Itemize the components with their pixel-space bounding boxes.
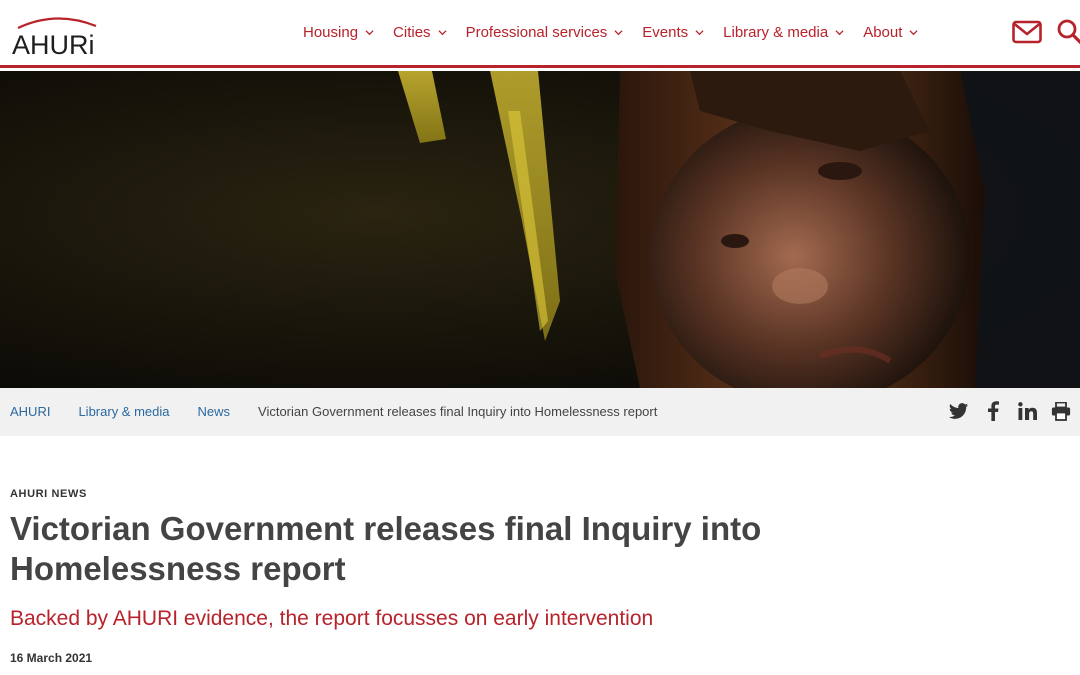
article-kicker: AHURI NEWS — [10, 488, 87, 500]
article-subtitle: Backed by AHURI evidence, the report foc… — [10, 607, 654, 630]
svg-text:AHURi: AHURi — [12, 30, 95, 58]
linkedin-icon[interactable] — [1016, 400, 1038, 422]
nav-item-housing[interactable]: Housing — [303, 24, 374, 41]
chevron-down-icon — [365, 30, 374, 36]
nav-item-label: Events — [642, 24, 689, 41]
nav-item-library-media[interactable]: Library & media — [723, 24, 844, 41]
site-header: AHURi Housing Cities Professional servic… — [0, 0, 1080, 68]
article-date: 16 March 2021 — [10, 651, 93, 665]
nav-item-events[interactable]: Events — [642, 24, 704, 41]
nav-item-about[interactable]: About — [863, 24, 918, 41]
print-icon[interactable] — [1050, 400, 1072, 422]
chevron-down-icon — [835, 30, 844, 36]
chevron-down-icon — [909, 30, 918, 36]
nav-item-label: Cities — [393, 24, 431, 41]
breadcrumb-link-ahuri[interactable]: AHURI — [10, 404, 50, 419]
nav-item-label: About — [863, 24, 903, 41]
breadcrumb-link-library-media[interactable]: Library & media — [78, 404, 169, 419]
breadcrumb: AHURI Library & media News Victorian Gov… — [10, 404, 657, 419]
chevron-down-icon — [614, 30, 623, 36]
chevron-down-icon — [695, 30, 704, 36]
breadcrumb-link-news[interactable]: News — [198, 404, 231, 419]
article-title: Victorian Government releases final Inqu… — [10, 510, 762, 587]
main-nav: Housing Cities Professional services Eve… — [303, 24, 937, 41]
breadcrumb-bar: AHURI Library & media News Victorian Gov… — [0, 388, 1080, 436]
nav-item-label: Housing — [303, 24, 359, 41]
chevron-down-icon — [438, 30, 447, 36]
nav-item-cities[interactable]: Cities — [393, 24, 447, 41]
nav-item-label: Professional services — [465, 24, 608, 41]
nav-item-label: Library & media — [723, 24, 829, 41]
search-icon[interactable] — [1056, 18, 1080, 46]
header-actions — [1012, 18, 1080, 46]
hero-image — [0, 71, 1080, 388]
mail-icon[interactable] — [1012, 20, 1042, 44]
facebook-icon[interactable] — [982, 400, 1004, 422]
breadcrumb-current: Victorian Government releases final Inqu… — [258, 404, 658, 419]
ahuri-logo[interactable]: AHURi — [12, 12, 102, 58]
share-icons — [948, 400, 1080, 422]
twitter-icon[interactable] — [948, 400, 970, 422]
nav-item-professional-services[interactable]: Professional services — [466, 24, 624, 41]
